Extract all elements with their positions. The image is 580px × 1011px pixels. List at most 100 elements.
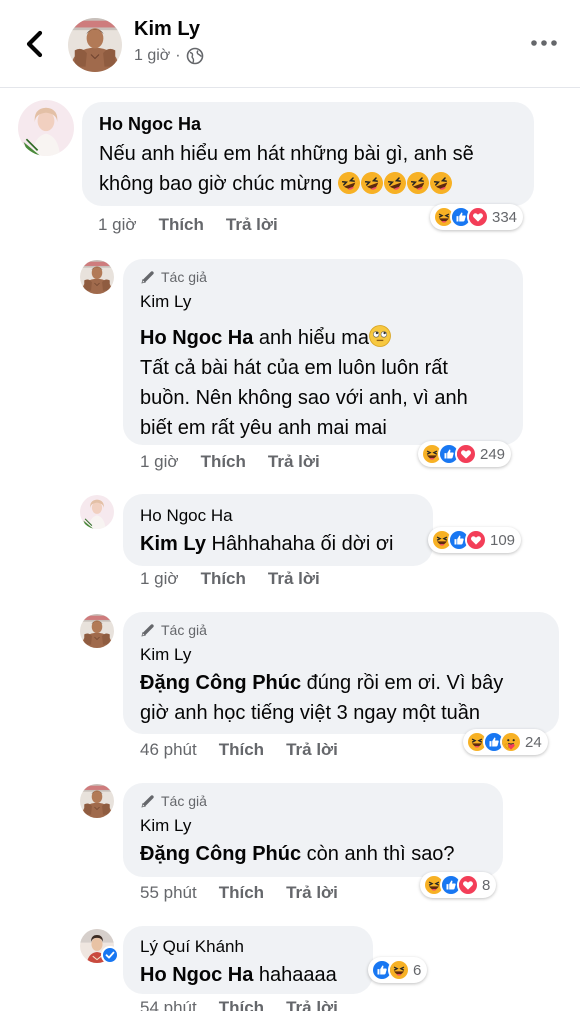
verified-badge (101, 946, 119, 964)
verified-icon (105, 951, 115, 959)
like-button[interactable]: Thích (219, 883, 264, 903)
haha-icon (388, 959, 410, 981)
commenter-name[interactable]: Lý Quí Khánh (140, 936, 357, 958)
comment-line: giờ anh học tiếng việt 3 ngay một tuần (140, 702, 480, 724)
comment-actions: 1 giờ Thích Trả lời (140, 452, 320, 472)
commenter-name[interactable]: Ho Ngoc Ha (140, 505, 417, 527)
author-avatar[interactable] (68, 18, 122, 72)
comment-time[interactable]: 1 giờ (140, 452, 179, 472)
reaction-count: 8 (482, 876, 491, 894)
more-icon (531, 40, 557, 46)
author-badge: Tác giả (140, 622, 543, 638)
comment-bubble: Lý Quí Khánh Ho Ngoc Ha hahaaaa (123, 926, 373, 994)
love-icon (467, 206, 489, 228)
comment-time[interactable]: 1 giờ (98, 215, 137, 235)
commenter-name[interactable]: Kim Ly (140, 291, 507, 313)
comment-line: Hâhhahaha ối dời ơi (205, 533, 394, 555)
like-button[interactable]: Thích (201, 452, 246, 472)
comment-bubble: Ho Ngoc Ha Nếu anh hiểu em hát những bài… (82, 102, 534, 206)
commenter-avatar[interactable] (18, 100, 74, 156)
rofl-emoji-icon (407, 172, 429, 194)
reaction-count: 109 (490, 531, 516, 549)
reaction-summary[interactable]: 334 (430, 204, 524, 230)
comment-actions: 1 giờ Thích Trả lời (140, 569, 320, 589)
mention-link[interactable]: Ho Ngoc Ha (140, 964, 253, 986)
mention-link[interactable]: Ho Ngoc Ha (140, 327, 253, 349)
commenter-name[interactable]: Ho Ngoc Ha (99, 113, 518, 135)
reply-button[interactable]: Trả lời (268, 452, 320, 472)
pencil-icon (140, 622, 156, 638)
author-badge-label: Tác giả (161, 622, 207, 638)
like-button[interactable]: Thích (159, 215, 204, 235)
author-badge-label: Tác giả (161, 269, 207, 285)
comment-time[interactable]: 54 phút (140, 998, 197, 1011)
rofl-emoji-icon (361, 172, 383, 194)
commenter-avatar[interactable] (80, 784, 114, 818)
comment-line: đúng rồi em ơi. Vì bây (301, 672, 504, 694)
comment-actions: 1 giờ Thích Trả lời (98, 215, 278, 235)
reaction-count: 6 (413, 961, 422, 979)
pencil-icon (140, 269, 156, 285)
comment-actions: 54 phút Thích Trả lời (140, 998, 338, 1011)
post-time[interactable]: 1 giờ (134, 47, 170, 65)
more-options-button[interactable] (528, 36, 560, 50)
comment-actions: 46 phút Thích Trả lời (140, 740, 338, 760)
comment-text: Đặng Công Phúc còn anh thì sao? (140, 839, 487, 869)
reply-button[interactable]: Trả lời (286, 740, 338, 760)
author-badge: Tác giả (140, 269, 507, 285)
comment-text: Kim Ly Hâhhahaha ối dời ơi (140, 529, 417, 559)
author-name[interactable]: Kim Ly (134, 18, 200, 41)
comment-bubble: Tác giả Kim Ly Đặng Công Phúc còn anh th… (123, 783, 503, 877)
like-button[interactable]: Thích (219, 740, 264, 760)
comment-line: Tất cả bài hát của em luôn luôn rất (140, 357, 448, 379)
reaction-summary[interactable]: 249 (418, 441, 512, 467)
comment-line: buồn. Nên không sao với anh, vì anh (140, 387, 468, 409)
like-button[interactable]: Thích (219, 998, 264, 1011)
love-icon (465, 529, 487, 551)
post-header: Kim Ly 1 giờ · (0, 0, 580, 88)
commenter-avatar[interactable] (80, 260, 114, 294)
reaction-count: 249 (480, 445, 506, 463)
commenter-avatar[interactable] (80, 495, 114, 529)
comment-line: anh hiểu ma (253, 327, 369, 349)
reply-button[interactable]: Trả lời (226, 215, 278, 235)
commenter-name[interactable]: Kim Ly (140, 815, 487, 837)
reaction-summary[interactable]: 8 (420, 872, 497, 898)
commenter-avatar[interactable] (80, 614, 114, 648)
back-arrow-icon (26, 30, 43, 58)
rofl-emoji-icon (430, 172, 452, 194)
reaction-count: 24 (525, 733, 542, 751)
globe-icon (186, 47, 203, 65)
comment-bubble: Tác giả Kim Ly Ho Ngoc Ha anh hiểu ma Tấ… (123, 259, 523, 445)
comment-actions: 55 phút Thích Trả lời (140, 883, 338, 903)
comment-text: Đặng Công Phúc đúng rồi em ơi. Vì bây gi… (140, 668, 543, 728)
love-icon (457, 874, 479, 896)
reaction-summary[interactable]: 109 (428, 527, 522, 553)
rofl-emoji-icon (338, 172, 360, 194)
love-icon (455, 443, 477, 465)
comment-time[interactable]: 55 phút (140, 883, 197, 903)
rofl-emoji-icon (384, 172, 406, 194)
author-badge-label: Tác giả (161, 793, 207, 809)
comment-text: Nếu anh hiểu em hát những bài gì, anh sẽ… (99, 139, 518, 199)
mention-link[interactable]: Đặng Công Phúc (140, 672, 301, 694)
reaction-count: 334 (492, 208, 518, 226)
comment-time[interactable]: 1 giờ (140, 569, 179, 589)
commenter-name[interactable]: Kim Ly (140, 644, 543, 666)
reply-button[interactable]: Trả lời (286, 883, 338, 903)
like-button[interactable]: Thích (201, 569, 246, 589)
comment-line: hahaaaa (253, 964, 337, 986)
comment-line: Nếu anh hiểu em hát những bài gì, anh sẽ (99, 143, 474, 165)
back-button[interactable] (20, 28, 50, 60)
reply-button[interactable]: Trả lời (268, 569, 320, 589)
comment-time[interactable]: 46 phút (140, 740, 197, 760)
reaction-summary[interactable]: 24 (463, 729, 548, 755)
reaction-summary[interactable]: 6 (368, 957, 428, 983)
meta-separator: · (175, 47, 181, 64)
comment-text: Ho Ngoc Ha hahaaaa (140, 960, 357, 990)
reply-button[interactable]: Trả lời (286, 998, 338, 1011)
rolling-eyes-emoji-icon (369, 325, 391, 347)
comment-line: không bao giờ chúc mừng (99, 173, 333, 195)
mention-link[interactable]: Đặng Công Phúc (140, 843, 301, 865)
mention-link[interactable]: Kim Ly (140, 533, 206, 555)
